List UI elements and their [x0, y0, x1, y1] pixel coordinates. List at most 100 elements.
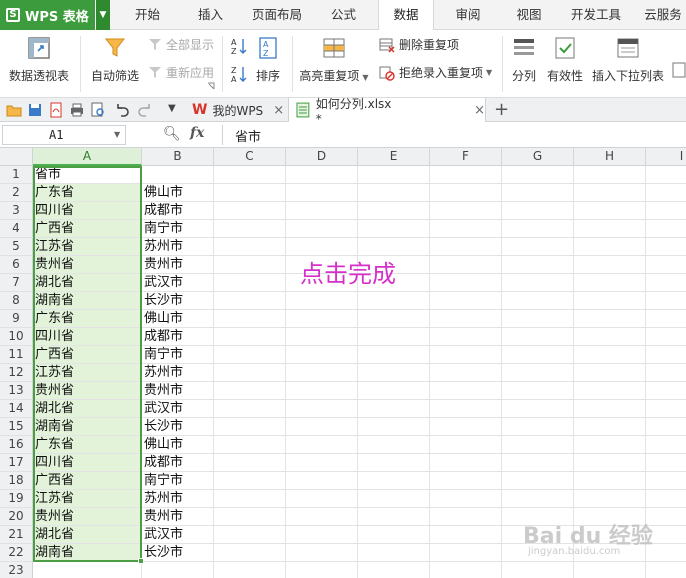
- cell-empty[interactable]: [286, 436, 358, 454]
- sort-ascending-icon[interactable]: A Z: [230, 36, 248, 56]
- cell-empty[interactable]: [286, 382, 358, 400]
- cell-b[interactable]: 佛山市: [142, 436, 214, 454]
- fill-handle[interactable]: [138, 558, 144, 564]
- cell-empty[interactable]: [646, 454, 686, 472]
- print-preview-icon[interactable]: [90, 102, 106, 118]
- row-header[interactable]: 12: [0, 364, 33, 382]
- cell-empty[interactable]: [214, 562, 286, 578]
- row-header[interactable]: 18: [0, 472, 33, 490]
- cell-empty[interactable]: [214, 166, 286, 184]
- cell-a[interactable]: 广东省: [33, 436, 142, 454]
- cell-b[interactable]: 长沙市: [142, 544, 214, 562]
- cell-empty[interactable]: [430, 184, 502, 202]
- row-header[interactable]: 6: [0, 256, 33, 274]
- cell-a[interactable]: 广西省: [33, 220, 142, 238]
- cell-empty[interactable]: [574, 454, 646, 472]
- cell-empty[interactable]: [646, 562, 686, 578]
- row-header[interactable]: 22: [0, 544, 33, 562]
- cell-empty[interactable]: [574, 346, 646, 364]
- doc-tab-my-wps[interactable]: W 我的WPS ×: [186, 98, 286, 122]
- cell-b[interactable]: 南宁市: [142, 346, 214, 364]
- cell-empty[interactable]: [214, 508, 286, 526]
- cell-empty[interactable]: [646, 310, 686, 328]
- cell-empty[interactable]: [646, 238, 686, 256]
- cell-empty[interactable]: [646, 184, 686, 202]
- cell-empty[interactable]: [574, 184, 646, 202]
- cell-empty[interactable]: [286, 508, 358, 526]
- cell-empty[interactable]: [214, 364, 286, 382]
- cell-empty[interactable]: [214, 238, 286, 256]
- cell-empty[interactable]: [358, 382, 430, 400]
- cell-empty[interactable]: [430, 328, 502, 346]
- cell-a[interactable]: 四川省: [33, 328, 142, 346]
- cell-b[interactable]: 贵州市: [142, 508, 214, 526]
- cell-empty[interactable]: [574, 220, 646, 238]
- column-header-h[interactable]: H: [574, 148, 646, 166]
- cell-b[interactable]: 成都市: [142, 454, 214, 472]
- cell-empty[interactable]: [646, 256, 686, 274]
- cell-empty[interactable]: [574, 400, 646, 418]
- row-header[interactable]: 16: [0, 436, 33, 454]
- highlight-duplicates-button[interactable]: 高亮重复项 ▼: [298, 36, 370, 84]
- cell-empty[interactable]: [286, 292, 358, 310]
- cell-empty[interactable]: [430, 508, 502, 526]
- cell-empty[interactable]: [286, 166, 358, 184]
- row-header[interactable]: 13: [0, 382, 33, 400]
- cell-empty[interactable]: [574, 436, 646, 454]
- cell-empty[interactable]: [574, 562, 646, 578]
- cell-empty[interactable]: [214, 256, 286, 274]
- cell-a[interactable]: 湖南省: [33, 544, 142, 562]
- row-header[interactable]: 11: [0, 346, 33, 364]
- app-menu-dropdown-icon[interactable]: ▼: [96, 0, 110, 30]
- reapply-button[interactable]: 重新应用: [148, 64, 214, 81]
- tab-review[interactable]: 审阅: [442, 0, 494, 30]
- cell-a[interactable]: [33, 562, 142, 578]
- cell-empty[interactable]: [502, 418, 574, 436]
- row-header[interactable]: 20: [0, 508, 33, 526]
- cell-empty[interactable]: [646, 274, 686, 292]
- tab-formula[interactable]: 公式: [316, 0, 371, 30]
- cell-empty[interactable]: [286, 544, 358, 562]
- cell-empty[interactable]: [358, 562, 430, 578]
- cell-a[interactable]: 湖北省: [33, 400, 142, 418]
- cell-b[interactable]: 贵州市: [142, 256, 214, 274]
- cell-a[interactable]: 广东省: [33, 184, 142, 202]
- cell-b[interactable]: 武汉市: [142, 274, 214, 292]
- cell-empty[interactable]: [286, 310, 358, 328]
- cell-empty[interactable]: [502, 562, 574, 578]
- split-columns-button[interactable]: 分列: [508, 36, 540, 84]
- cell-empty[interactable]: [214, 490, 286, 508]
- cell-empty[interactable]: [286, 472, 358, 490]
- cell-empty[interactable]: [502, 490, 574, 508]
- cell-empty[interactable]: [430, 490, 502, 508]
- undo-icon[interactable]: [114, 102, 130, 118]
- cell-empty[interactable]: [214, 310, 286, 328]
- cell-empty[interactable]: [574, 256, 646, 274]
- open-folder-icon[interactable]: [6, 102, 22, 118]
- insert-dropdown-list-button[interactable]: 插入下拉列表: [590, 36, 666, 84]
- cell-b[interactable]: 苏州市: [142, 364, 214, 382]
- redo-icon[interactable]: [137, 102, 153, 118]
- cell-empty[interactable]: [358, 310, 430, 328]
- cell-empty[interactable]: [430, 292, 502, 310]
- cell-empty[interactable]: [286, 400, 358, 418]
- cell-empty[interactable]: [430, 202, 502, 220]
- cell-empty[interactable]: [286, 346, 358, 364]
- row-header[interactable]: 8: [0, 292, 33, 310]
- cell-a[interactable]: 贵州省: [33, 256, 142, 274]
- cell-empty[interactable]: [214, 526, 286, 544]
- cell-empty[interactable]: [502, 346, 574, 364]
- cell-empty[interactable]: [502, 274, 574, 292]
- cell-empty[interactable]: [286, 526, 358, 544]
- cell-empty[interactable]: [646, 418, 686, 436]
- row-header[interactable]: 10: [0, 328, 33, 346]
- cell-a[interactable]: 湖南省: [33, 418, 142, 436]
- cell-empty[interactable]: [430, 418, 502, 436]
- cell-empty[interactable]: [646, 382, 686, 400]
- cell-empty[interactable]: [358, 220, 430, 238]
- cell-empty[interactable]: [574, 418, 646, 436]
- column-header-d[interactable]: D: [286, 148, 358, 166]
- cell-empty[interactable]: [430, 454, 502, 472]
- cell-empty[interactable]: [646, 490, 686, 508]
- cell-empty[interactable]: [358, 202, 430, 220]
